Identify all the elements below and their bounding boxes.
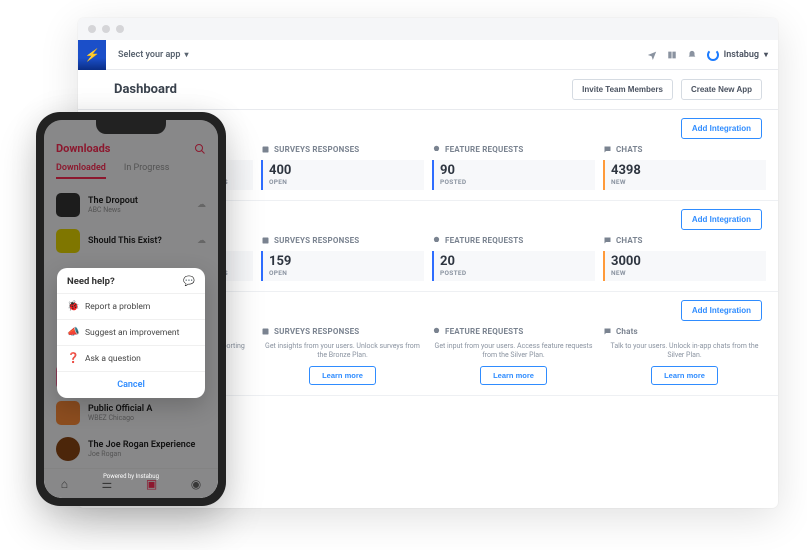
stat-value: 20: [440, 255, 581, 268]
learn-more-button[interactable]: Learn more: [480, 366, 547, 385]
select-app-dropdown[interactable]: Select your app ▾: [118, 50, 188, 60]
book-icon[interactable]: [667, 50, 677, 60]
logo-block[interactable]: ⚡: [78, 40, 106, 70]
user-name: Instabug: [724, 50, 759, 60]
locked-desc: Get input from your users. Access featur…: [432, 342, 595, 360]
user-menu[interactable]: Instabug ▾: [707, 49, 768, 61]
stat-label: NEW: [611, 178, 752, 186]
plane-icon[interactable]: [647, 50, 657, 60]
cancel-button[interactable]: Cancel: [57, 371, 205, 398]
card-title-label: SURVEYS RESPONSES: [274, 327, 359, 336]
locked-desc: Get insights from your users. Unlock sur…: [261, 342, 424, 360]
surveys-card[interactable]: SURVEYS RESPONSES 400OPEN: [261, 145, 424, 190]
bell-icon[interactable]: [687, 50, 697, 60]
stat-label: POSTED: [440, 178, 581, 186]
suggest-improvement-item[interactable]: 📣 Suggest an improvement: [57, 319, 205, 345]
add-integration-button[interactable]: Add Integration: [681, 118, 762, 139]
stat-value: 90: [440, 164, 581, 177]
topbar: ⚡ Select your app ▾ Instabug ▾: [78, 40, 778, 70]
invite-team-button[interactable]: Invite Team Members: [572, 79, 673, 100]
feature-locked-card: FEATURE REQUESTS Get input from your use…: [432, 327, 595, 385]
feature-requests-card[interactable]: FEATURE REQUESTS 90POSTED: [432, 145, 595, 190]
topbar-actions: Instabug ▾: [647, 49, 768, 61]
create-app-button[interactable]: Create New App: [681, 79, 762, 100]
card-title-label: Chats: [616, 327, 638, 336]
chevron-down-icon: ▾: [184, 50, 188, 59]
card-title-label: SURVEYS RESPONSES: [274, 145, 359, 154]
stat-label: OPEN: [269, 178, 410, 186]
learn-more-button[interactable]: Learn more: [309, 366, 376, 385]
page-header: Dashboard Invite Team Members Create New…: [78, 70, 778, 110]
surveys-card[interactable]: SURVEYS RESPONSES 159OPEN: [261, 236, 424, 281]
popup-title-row: Need help? 💬: [57, 268, 205, 293]
stat-value: 3000: [611, 255, 752, 268]
card-title-label: FEATURE REQUESTS: [445, 327, 524, 336]
report-problem-item[interactable]: 🐞 Report a problem: [57, 293, 205, 319]
add-integration-button[interactable]: Add Integration: [681, 300, 762, 321]
window-dot: [102, 25, 110, 33]
locked-desc: Talk to your users. Unlock in-app chats …: [603, 342, 766, 360]
popup-item-label: Report a problem: [85, 302, 150, 312]
help-popup: Need help? 💬 🐞 Report a problem 📣 Suggest …: [57, 268, 205, 398]
select-app-label: Select your app: [118, 50, 180, 60]
phone-mockup: Downloads Downloaded In Progress The Dro…: [36, 112, 226, 506]
stat-value: 159: [269, 255, 410, 268]
stat-label: OPEN: [269, 269, 410, 277]
chats-locked-card: Chats Talk to your users. Unlock in-app …: [603, 327, 766, 385]
add-integration-button[interactable]: Add Integration: [681, 209, 762, 230]
feature-requests-card[interactable]: FEATURE REQUESTS 20POSTED: [432, 236, 595, 281]
powered-by-label: Powered by Instabug: [44, 473, 218, 480]
window-dot: [116, 25, 124, 33]
chat-bubble-icon[interactable]: 💬: [183, 276, 195, 287]
stat-value: 4398: [611, 164, 752, 177]
stat-label: POSTED: [440, 269, 581, 277]
phone-screen: Downloads Downloaded In Progress The Dro…: [44, 120, 218, 498]
megaphone-icon: 📣: [67, 327, 79, 338]
chats-card[interactable]: CHATS 4398NEW: [603, 145, 766, 190]
logo-icon: ⚡: [83, 48, 100, 62]
stat-label: NEW: [611, 269, 752, 277]
card-title-label: CHATS: [616, 145, 643, 154]
chats-card[interactable]: CHATS 3000NEW: [603, 236, 766, 281]
learn-more-button[interactable]: Learn more: [651, 366, 718, 385]
card-title-label: FEATURE REQUESTS: [445, 236, 524, 245]
card-title-label: SURVEYS RESPONSES: [274, 236, 359, 245]
surveys-locked-card: SURVEYS RESPONSES Get insights from your…: [261, 327, 424, 385]
popup-item-label: Ask a question: [85, 354, 141, 364]
ask-question-item[interactable]: ❓ Ask a question: [57, 345, 205, 371]
question-icon: ❓: [67, 353, 79, 364]
bug-icon: 🐞: [67, 301, 79, 312]
popup-title: Need help?: [67, 276, 115, 287]
window-titlebar: [78, 18, 778, 40]
stat-value: 400: [269, 164, 410, 177]
card-title-label: CHATS: [616, 236, 643, 245]
card-title-label: FEATURE REQUESTS: [445, 145, 524, 154]
user-avatar-icon: [707, 49, 719, 61]
window-dot: [88, 25, 96, 33]
chevron-down-icon: ▾: [764, 50, 768, 59]
popup-item-label: Suggest an improvement: [85, 328, 179, 338]
phone-notch: [96, 120, 166, 134]
page-title: Dashboard: [114, 82, 177, 97]
